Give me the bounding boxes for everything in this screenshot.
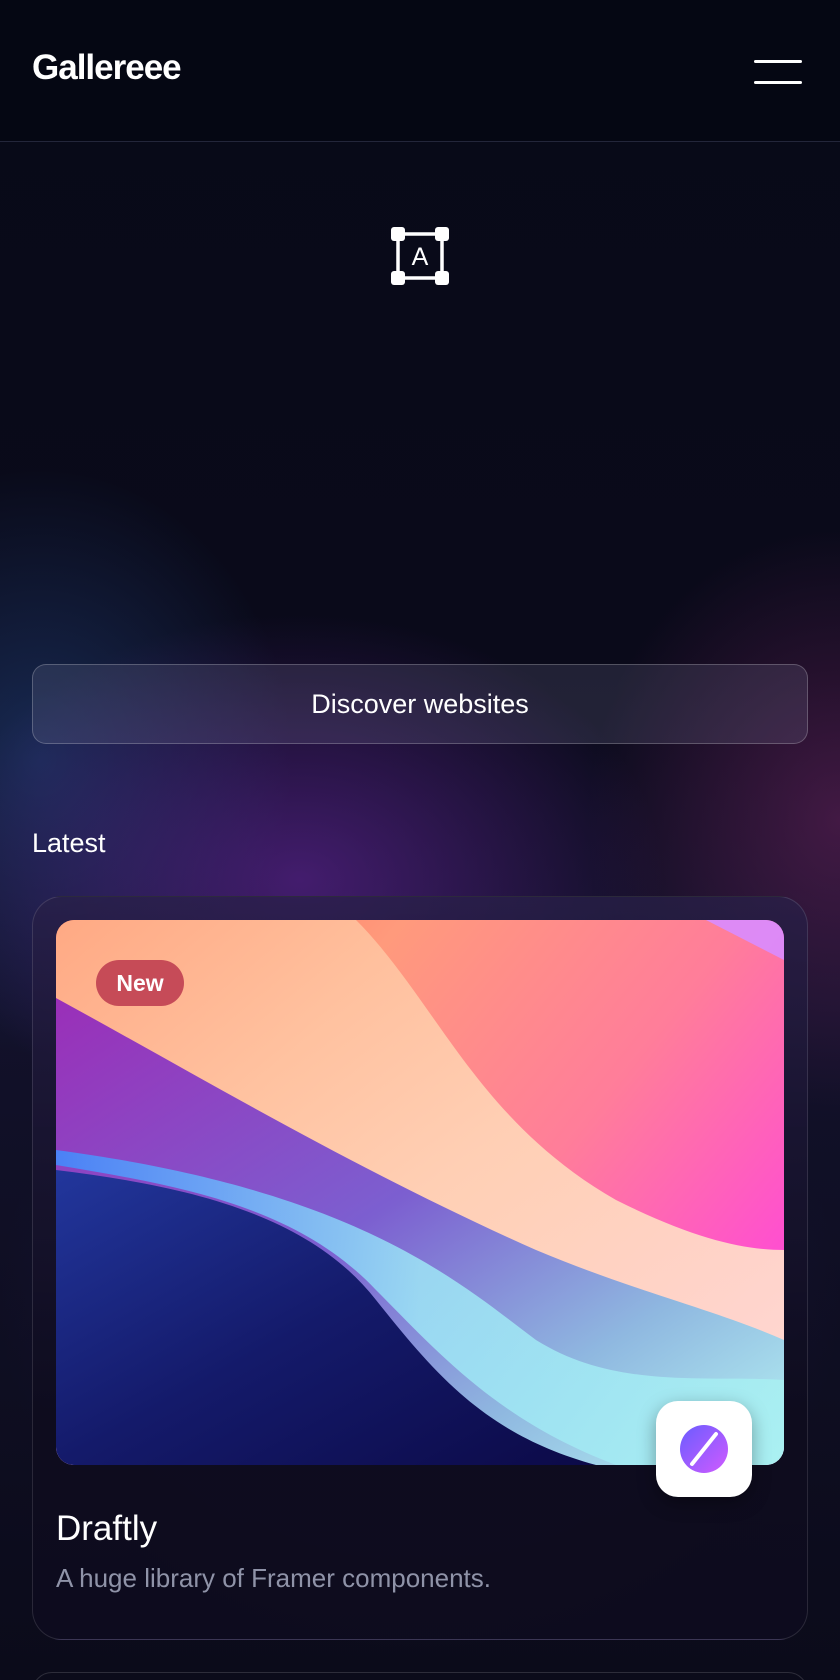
page: Gallereee A Discover websites Latest New… xyxy=(0,0,840,1680)
text-frame-icon-letter: A xyxy=(412,243,429,271)
latest-section-title: Latest xyxy=(32,828,106,858)
text-frame-icon: A xyxy=(390,226,450,286)
card-preview-image[interactable]: New xyxy=(56,920,784,1465)
card-title[interactable]: Draftly xyxy=(56,1509,157,1549)
menu-button[interactable] xyxy=(754,56,802,86)
draftly-logo-icon xyxy=(656,1401,752,1497)
site-logo[interactable]: Gallereee xyxy=(32,48,182,88)
new-badge: New xyxy=(96,960,184,1006)
card-description: A huge library of Framer components. xyxy=(56,1563,491,1593)
hamburger-menu-icon xyxy=(754,60,802,63)
next-website-card[interactable] xyxy=(32,1672,808,1680)
top-navigation-bar: Gallereee xyxy=(0,0,840,142)
website-card[interactable]: New Draftly A huge library of Framer com… xyxy=(32,896,808,1640)
discover-websites-button[interactable]: Discover websites xyxy=(32,664,808,744)
hamburger-menu-icon-line xyxy=(754,81,802,84)
